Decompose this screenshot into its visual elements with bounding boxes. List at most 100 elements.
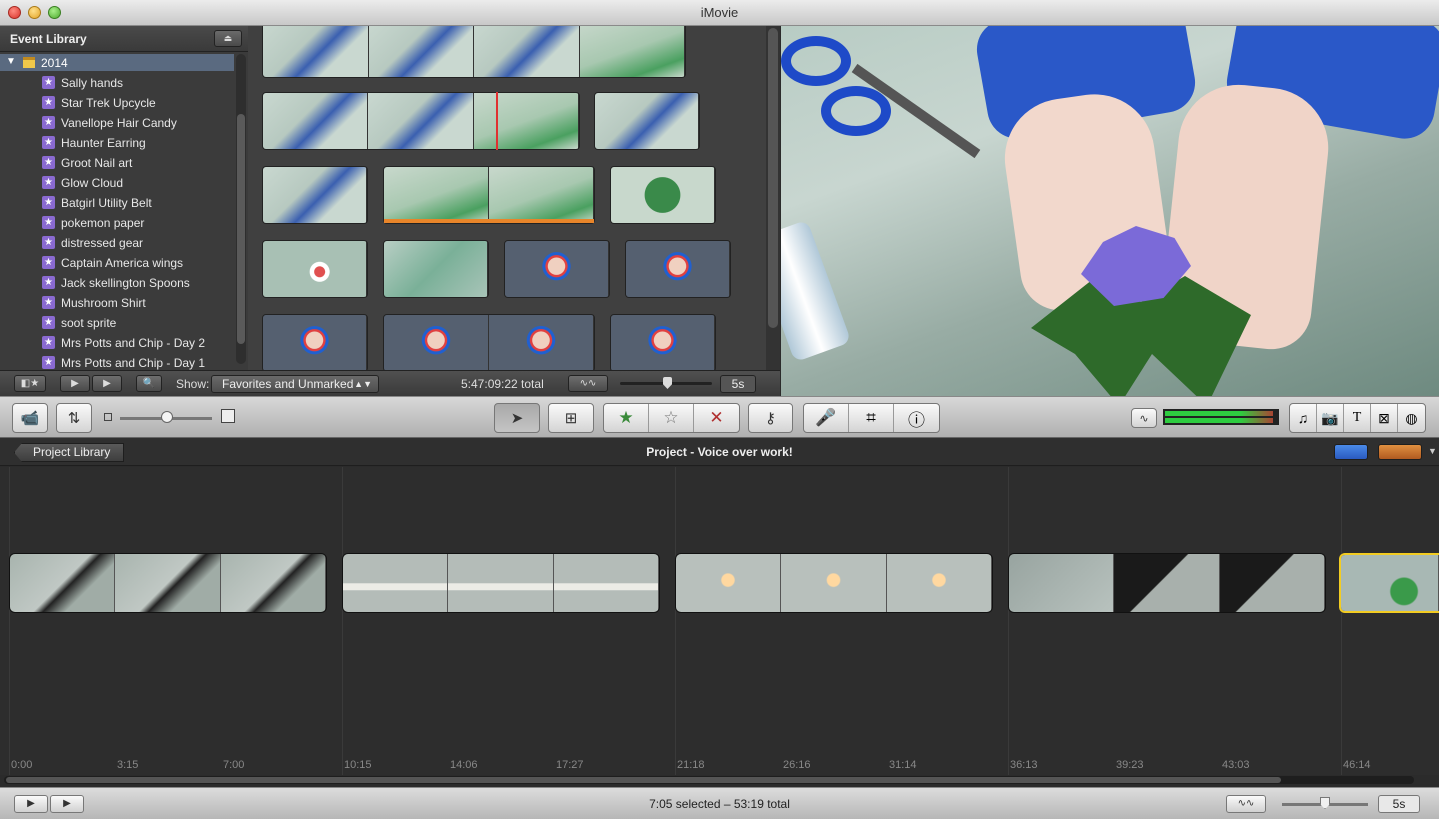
filmstrip-view-icon[interactable] (1334, 444, 1368, 460)
event-star-icon: ★ (42, 356, 55, 369)
comment-marker-icon[interactable] (1378, 444, 1422, 460)
row-divider (675, 467, 676, 775)
play-icon[interactable]: ▶ (92, 375, 122, 392)
clip-frame (579, 26, 685, 77)
clip-frame (1114, 554, 1220, 612)
event-item[interactable]: ★ Vanellope Hair Candy (0, 113, 234, 133)
event-item[interactable]: ★ Star Trek Upcycle (0, 93, 234, 113)
event-item[interactable]: ★ Mrs Potts and Chip - Day 2 (0, 333, 234, 353)
event-item[interactable]: ★ Glow Cloud (0, 173, 234, 193)
timeline-scroll-thumb[interactable] (6, 777, 1281, 783)
year-label: 2014 (41, 56, 68, 70)
selected-project-clip[interactable] (1339, 553, 1439, 613)
show-events-list-icon[interactable]: ◧★ (14, 375, 46, 392)
event-star-icon: ★ (42, 276, 55, 289)
event-item[interactable]: ★ Groot Nail art (0, 153, 234, 173)
select-arrows-icon: ▲▼ (354, 379, 372, 389)
audio-waveform-icon[interactable]: ∿∿ (1226, 795, 1266, 813)
add-clip-icon[interactable]: ⊞ (548, 403, 594, 433)
timestamp: 14:06 (450, 759, 478, 771)
event-clip[interactable] (610, 166, 716, 224)
edit-tools-group: 🎤 ⌗ ⓘ (803, 403, 940, 433)
title-icon[interactable]: T (1344, 404, 1371, 432)
chevron-down-icon[interactable]: ▼ (1428, 446, 1437, 456)
timeline-scrollbar[interactable] (4, 776, 1414, 784)
event-clip[interactable] (383, 166, 595, 224)
project-title: Project - Voice over work! (646, 445, 793, 459)
project-clip[interactable] (1008, 553, 1326, 613)
row-divider (1008, 467, 1009, 775)
event-item[interactable]: ★ Jack skellington Spoons (0, 273, 234, 293)
event-item[interactable]: ★ soot sprite (0, 313, 234, 333)
sidebar-scroll-thumb[interactable] (237, 114, 245, 344)
project-clip[interactable] (9, 553, 327, 613)
thumb-size-small-icon (104, 413, 112, 421)
event-clip[interactable] (504, 240, 610, 298)
audio-skimming-icon[interactable]: ∿ (1131, 408, 1157, 428)
play-full-screen-icon[interactable]: ▶ (60, 375, 90, 392)
event-clip[interactable] (625, 240, 731, 298)
eject-icon[interactable]: ⏏ (214, 30, 242, 47)
timestamp: 0:00 (11, 759, 33, 771)
clip-frame (473, 93, 579, 149)
swap-icon[interactable]: ⇅ (56, 403, 92, 433)
favorite-icon[interactable]: ★ (604, 404, 649, 432)
event-clip[interactable] (262, 314, 368, 370)
audio-level-meter (1163, 409, 1279, 425)
show-filter-select[interactable]: Favorites and Unmarked ▲▼ (211, 375, 379, 393)
year-folder-2014[interactable]: ▼ 2014 (0, 54, 234, 71)
thumbnail-size-knob[interactable] (161, 411, 173, 423)
event-item[interactable]: ★ distressed gear (0, 233, 234, 253)
sidebar-scrollbar[interactable] (236, 54, 246, 364)
event-clip[interactable] (262, 240, 368, 298)
event-item[interactable]: ★ Batgirl Utility Belt (0, 193, 234, 213)
event-clip[interactable] (262, 26, 686, 78)
transition-icon[interactable]: ⊠ (1371, 404, 1398, 432)
project-clip[interactable] (342, 553, 660, 613)
music-icon[interactable]: ♫ (1290, 404, 1317, 432)
clip-frame (263, 315, 367, 370)
event-item[interactable]: ★ Mushroom Shirt (0, 293, 234, 313)
info-icon[interactable]: ⓘ (894, 404, 939, 432)
event-clip[interactable] (610, 314, 716, 370)
event-clip[interactable] (594, 92, 700, 150)
event-star-icon: ★ (42, 196, 55, 209)
camera-icon[interactable]: 📹 (12, 403, 48, 433)
clip-frame (343, 554, 449, 612)
unfavorite-icon[interactable]: ☆ (649, 404, 694, 432)
browser-zoom-knob[interactable] (663, 377, 672, 389)
event-item[interactable]: ★ Captain America wings (0, 253, 234, 273)
favorite-range-bar (384, 219, 594, 223)
disclosure-triangle-icon[interactable]: ▼ (6, 56, 16, 67)
map-icon[interactable]: ◍ (1398, 404, 1425, 432)
event-item[interactable]: ★ Sally hands (0, 73, 234, 93)
clip-frame (368, 93, 474, 149)
event-clip[interactable] (262, 166, 368, 224)
project-timeline: 0:00 3:15 7:00 10:15 14:06 17:27 21:18 2… (0, 467, 1439, 784)
select-arrow-icon[interactable]: ➤ (494, 403, 540, 433)
reject-icon[interactable]: ✕ (694, 404, 739, 432)
clip-frame (611, 167, 715, 223)
event-item[interactable]: ★ Haunter Earring (0, 133, 234, 153)
clip-frame (263, 241, 367, 297)
clip-frame (781, 554, 887, 612)
keyword-icon[interactable]: ⚷ (748, 403, 793, 433)
clip-frame (368, 26, 474, 77)
event-item[interactable]: ★ pokemon paper (0, 213, 234, 233)
audio-level-left (1165, 411, 1273, 416)
event-clip[interactable] (383, 314, 595, 370)
event-clip[interactable] (383, 240, 489, 298)
browser-scroll-thumb[interactable] (768, 28, 778, 328)
event-browser-bar: ◧★ ▶ ▶ 🔍 Show: Favorites and Unmarked ▲▼… (0, 370, 780, 396)
browser-total: 5:47:09:22 total (461, 377, 544, 391)
crop-icon[interactable]: ⌗ (849, 404, 894, 432)
photo-icon[interactable]: 📷 (1317, 404, 1344, 432)
browser-scrollbar[interactable] (766, 26, 780, 370)
voiceover-icon[interactable]: 🎤 (804, 404, 849, 432)
event-browser (248, 26, 780, 370)
event-clip[interactable] (262, 92, 580, 150)
search-people-icon[interactable]: 🔍 (136, 375, 162, 392)
event-library-sidebar: Event Library ⏏ ▼ 2014 ★ Sally hands ★ Sta… (0, 26, 248, 370)
project-clip[interactable] (675, 553, 993, 613)
audio-waveform-icon[interactable]: ∿∿ (568, 375, 608, 392)
